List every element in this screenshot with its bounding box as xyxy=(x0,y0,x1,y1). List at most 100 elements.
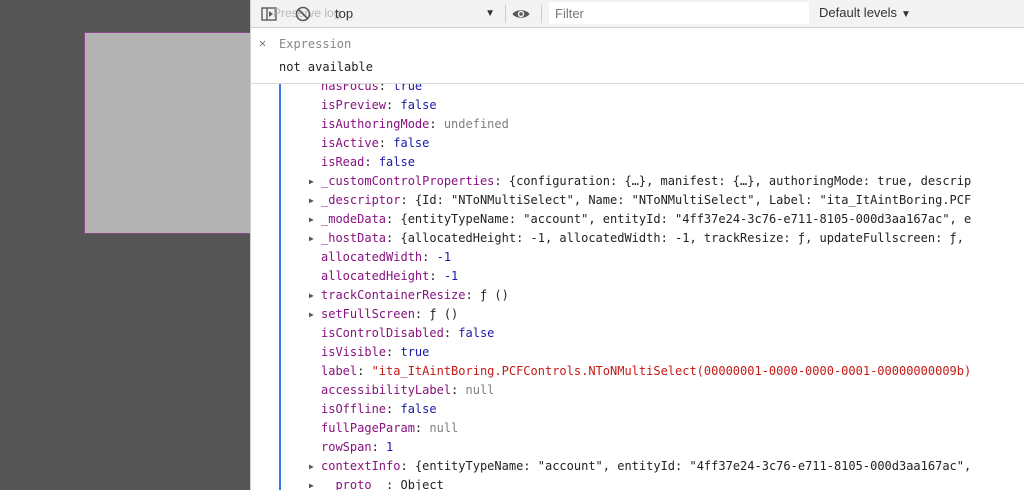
property-key: isVisible xyxy=(321,345,387,359)
property-key: isControlDisabled xyxy=(321,326,444,340)
property-separator: : xyxy=(451,383,466,397)
property-key: rowSpan xyxy=(321,440,372,454)
property-separator: : xyxy=(414,307,430,321)
property-row: isAuthoringMode: undefined xyxy=(251,115,1024,134)
levels-dropdown-icon: ▼ xyxy=(901,9,911,20)
context-dropdown-icon: ▼ xyxy=(485,8,495,19)
expand-triangle-icon[interactable]: ▶ xyxy=(309,172,314,191)
property-separator: : xyxy=(378,84,394,93)
property-value: -1 xyxy=(436,250,452,264)
property-row: isActive: false xyxy=(251,134,1024,153)
property-row: allocatedWidth: -1 xyxy=(251,248,1024,267)
property-row: fullPageParam: null xyxy=(251,419,1024,438)
property-value: false xyxy=(400,402,437,416)
default-levels-dropdown[interactable]: Default levels ▼ xyxy=(819,5,911,20)
property-entry: isOffline: false xyxy=(321,400,437,419)
property-value: undefined xyxy=(443,117,509,131)
property-value: ƒ () xyxy=(479,288,509,302)
property-key: _descriptor xyxy=(321,193,401,207)
property-row: accessibilityLabel: null xyxy=(251,381,1024,400)
property-value: {allocatedHeight: -1, allocatedWidth: -1… xyxy=(400,231,965,245)
property-entry: isActive: false xyxy=(321,134,429,153)
property-key: label xyxy=(321,364,358,378)
property-separator: : xyxy=(386,478,401,490)
devtools-panel: Preserve log top ▼ Default levels▼ ✕ Ex xyxy=(250,0,1024,490)
property-key: setFullScreen xyxy=(321,307,415,321)
object-property-list: hasFocus: true isPreview: false isAuthorin… xyxy=(251,84,1024,490)
property-row: isPreview: false xyxy=(251,96,1024,115)
close-icon[interactable]: ✕ xyxy=(259,36,266,50)
expand-triangle-icon[interactable]: ▶ xyxy=(309,210,314,229)
property-row[interactable]: ▶ _descriptor: {Id: "NToNMultiSelect", Na… xyxy=(251,191,1024,210)
property-value: -1 xyxy=(443,269,459,283)
expand-triangle-icon[interactable]: ▶ xyxy=(309,476,314,490)
expand-triangle-icon[interactable]: ▶ xyxy=(309,229,314,248)
property-key: isOffline xyxy=(321,402,387,416)
property-row[interactable]: ▶ contextInfo: {entityTypeName: "account"… xyxy=(251,457,1024,476)
property-key: _customControlProperties xyxy=(321,174,495,188)
property-row: allocatedHeight: -1 xyxy=(251,267,1024,286)
live-expression-panel: ✕ Expression not available xyxy=(251,28,1024,84)
property-value: ƒ () xyxy=(429,307,459,321)
property-key: isPreview xyxy=(321,98,387,112)
expand-triangle-icon[interactable]: ▶ xyxy=(309,286,314,305)
property-key: _modeData xyxy=(321,212,387,226)
property-value: {entityTypeName: "account", entityId: "4… xyxy=(400,212,972,226)
property-row: label: "ita_ItAintBoring.PCFControls.NTo… xyxy=(251,362,1024,381)
property-entry: setFullScreen: ƒ () xyxy=(321,305,458,324)
property-key: contextInfo xyxy=(321,459,401,473)
property-entry: accessibilityLabel: null xyxy=(321,381,494,400)
expression-label[interactable]: Expression xyxy=(279,37,351,51)
property-key: accessibilityLabel xyxy=(321,383,452,397)
property-separator: : xyxy=(386,402,401,416)
property-row[interactable]: ▶ __proto__: Object xyxy=(251,476,1024,490)
property-key: trackContainerResize xyxy=(321,288,466,302)
expand-triangle-icon[interactable]: ▶ xyxy=(309,457,314,476)
property-entry: _hostData: {allocatedHeight: -1, allocat… xyxy=(321,229,964,248)
property-separator: : xyxy=(443,326,459,340)
property-entry: isVisible: true xyxy=(321,343,429,362)
property-row[interactable]: ▶ _customControlProperties: {configuratio… xyxy=(251,172,1024,191)
property-row: hasFocus: true xyxy=(251,84,1024,96)
property-entry: __proto__: Object xyxy=(321,476,444,490)
property-key: isAuthoringMode xyxy=(321,117,430,131)
property-key: fullPageParam xyxy=(321,421,415,435)
context-select[interactable]: top ▼ xyxy=(335,4,495,24)
filter-input[interactable] xyxy=(549,2,809,24)
property-value: {configuration: {…}, manifest: {…}, auth… xyxy=(508,174,972,188)
expand-triangle-icon[interactable]: ▶ xyxy=(309,305,314,324)
property-key: isRead xyxy=(321,155,365,169)
property-entry: trackContainerResize: ƒ () xyxy=(321,286,509,305)
property-separator: : xyxy=(400,193,415,207)
property-value: true xyxy=(400,345,430,359)
property-row[interactable]: ▶ trackContainerResize: ƒ () xyxy=(251,286,1024,305)
page-viewport xyxy=(0,0,264,490)
property-value: false xyxy=(378,155,415,169)
eye-icon[interactable] xyxy=(511,4,531,24)
property-value: false xyxy=(458,326,495,340)
property-value: true xyxy=(393,84,423,93)
property-row[interactable]: ▶ _hostData: {allocatedHeight: -1, alloca… xyxy=(251,229,1024,248)
property-separator: : xyxy=(494,174,509,188)
property-key: _hostData xyxy=(321,231,387,245)
clear-console-icon[interactable] xyxy=(293,4,313,24)
property-entry: isControlDisabled: false xyxy=(321,324,494,343)
property-separator: : xyxy=(465,288,480,302)
property-value: Object xyxy=(400,478,444,490)
property-separator: : xyxy=(386,212,401,226)
property-separator: : xyxy=(429,269,444,283)
property-value: {Id: "NToNMultiSelect", Name: "NToNMulti… xyxy=(414,193,972,207)
property-separator: : xyxy=(414,421,430,435)
property-separator: : xyxy=(400,459,415,473)
property-entry: _descriptor: {Id: "NToNMultiSelect", Nam… xyxy=(321,191,971,210)
property-separator: : xyxy=(429,117,444,131)
property-entry: isAuthoringMode: undefined xyxy=(321,115,509,134)
property-entry: fullPageParam: null xyxy=(321,419,458,438)
property-row[interactable]: ▶ _modeData: {entityTypeName: "account", … xyxy=(251,210,1024,229)
property-value: false xyxy=(400,98,437,112)
property-entry: _modeData: {entityTypeName: "account", e… xyxy=(321,210,971,229)
property-value: 1 xyxy=(386,440,394,454)
expand-triangle-icon[interactable]: ▶ xyxy=(309,191,314,210)
property-row[interactable]: ▶ setFullScreen: ƒ () xyxy=(251,305,1024,324)
property-separator: : xyxy=(386,231,401,245)
